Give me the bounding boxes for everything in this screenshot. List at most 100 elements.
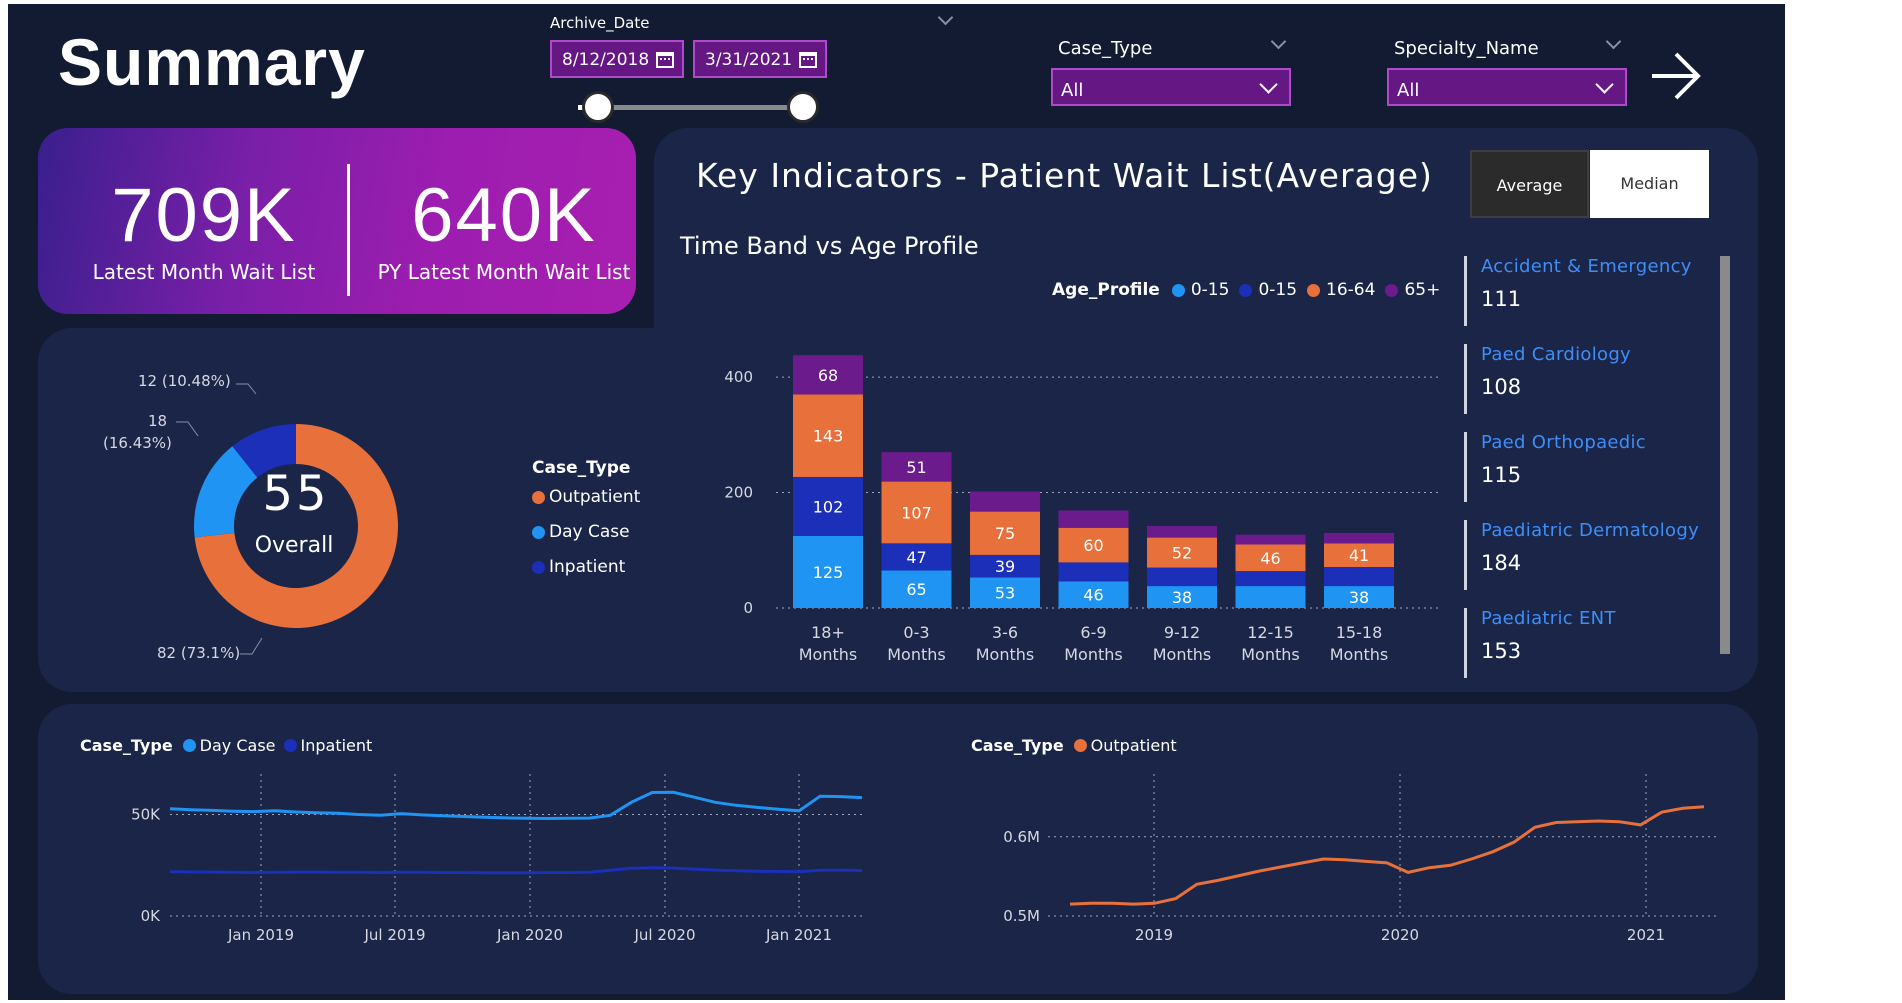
specialty-name: Paed Orthopaedic [1481, 432, 1646, 453]
specialty-collapse-icon[interactable] [1605, 33, 1622, 50]
x-tick-label: Months [976, 645, 1034, 664]
dashboard-canvas: Summary Archive_Date 8/12/2018 3/31/2021… [8, 4, 1785, 1000]
bar-segment-65+[interactable] [1324, 532, 1394, 544]
specialty-list-scrollbar[interactable] [1720, 256, 1730, 654]
x-tick-label: Jul 2020 [633, 926, 695, 944]
x-tick-label: Jan 2021 [765, 926, 832, 944]
bar-data-label: 53 [995, 584, 1015, 603]
donut-leader-line [176, 421, 199, 437]
legend-marker [1171, 283, 1185, 297]
legend-inpatient[interactable]: Inpatient [532, 557, 625, 577]
y-tick-label: 0K [141, 907, 162, 925]
bar-data-label: 38 [1349, 588, 1369, 607]
date-range-slider-fill [598, 105, 808, 110]
legend-label[interactable]: Day Case [200, 736, 276, 755]
start-date-value: 8/12/2018 [562, 50, 650, 70]
donut-legend-title: Case_Type [532, 458, 631, 478]
line-series-outpatient[interactable] [1069, 805, 1705, 906]
start-date-input[interactable]: 8/12/2018 [550, 40, 684, 78]
x-tick-label: Jan 2020 [496, 926, 563, 944]
calendar-icon[interactable] [799, 52, 817, 68]
bar-data-label: 107 [901, 503, 932, 522]
legend-day-case[interactable]: Day Case [532, 522, 630, 542]
legend-label[interactable]: 0-15 [1191, 280, 1230, 300]
donut-leader-line [236, 383, 257, 395]
case-type-collapse-icon[interactable] [1270, 33, 1287, 50]
panel-joint [628, 328, 688, 692]
bar-data-label: 38 [1172, 588, 1192, 607]
case-type-select-value: All [1061, 80, 1084, 101]
y-tick-label: 0 [743, 599, 753, 617]
x-tick-label: 9-12 [1164, 623, 1200, 642]
case-type-filter-label: Case_Type [1058, 38, 1153, 59]
legend-title: Case_Type [971, 736, 1064, 755]
x-tick-label: 18+ [811, 623, 845, 642]
daycase-inpatient-trend-chart: 0K 50K Jan 2019 Jul 2019 Jan 2020 Jul 2020 Jan… [131, 774, 866, 944]
latest-month-value: 709K [111, 173, 297, 258]
donut-center-value: 55 [262, 466, 329, 522]
specialty-value: 111 [1481, 287, 1522, 311]
end-date-value: 3/31/2021 [705, 50, 793, 70]
bar-segment-0-15[interactable] [1147, 567, 1217, 587]
line-series-inpatient[interactable] [169, 866, 863, 875]
bar-segment-0-15[interactable] [1235, 586, 1306, 608]
age-profile-legend-title: Age_Profile [1052, 280, 1160, 300]
specialty-select-value: All [1397, 80, 1420, 101]
slider-end-handle[interactable] [787, 91, 819, 123]
specialty-item[interactable]: Paed Cardiology 108 [1464, 344, 1724, 414]
legend-title: Case_Type [80, 736, 173, 755]
specialty-item[interactable]: Paediatric ENT 153 [1464, 608, 1724, 678]
bar-data-label: 51 [906, 458, 926, 477]
legend-marker [1073, 739, 1087, 752]
bar-data-label: 52 [1172, 544, 1192, 563]
archive-date-collapse-icon[interactable] [937, 9, 954, 26]
bar-data-label: 39 [995, 557, 1015, 576]
bar-segment-65+[interactable] [1235, 534, 1306, 545]
bar-data-label: 47 [906, 548, 926, 567]
left-trend-legend: Case_Type Day Case Inpatient [80, 736, 372, 755]
specialty-value: 115 [1481, 463, 1522, 487]
median-toggle-button[interactable]: Median [1590, 150, 1709, 218]
average-toggle-button[interactable]: Average [1470, 150, 1589, 218]
bar-segment-65+[interactable] [1058, 510, 1129, 528]
x-tick-label: Months [887, 645, 945, 664]
case-type-select[interactable]: All [1051, 68, 1291, 106]
bar-segment-0-15[interactable] [1324, 567, 1394, 587]
arrow-right-icon[interactable] [1648, 48, 1704, 104]
legend-label[interactable]: 65+ [1404, 280, 1440, 300]
y-tick-label: 200 [724, 484, 753, 502]
slider-start-handle[interactable] [582, 91, 614, 123]
x-tick-label: Months [799, 645, 857, 664]
specialty-name: Paediatric ENT [1481, 608, 1616, 629]
x-tick-label: Months [1153, 645, 1211, 664]
specialty-item[interactable]: Accident & Emergency 111 [1464, 256, 1724, 326]
bar-segment-65+[interactable] [1147, 526, 1217, 538]
legend-outpatient[interactable]: Outpatient [532, 487, 640, 507]
end-date-input[interactable]: 3/31/2021 [693, 40, 827, 78]
specialty-item[interactable]: Paed Orthopaedic 115 [1464, 432, 1724, 502]
legend-label[interactable]: 0-15 [1258, 280, 1297, 300]
legend-label[interactable]: Inpatient [301, 736, 373, 755]
legend-marker [532, 560, 545, 574]
bar-segment-65+[interactable] [970, 491, 1040, 512]
x-tick-label: Months [1064, 645, 1122, 664]
specialty-item[interactable]: Paediatric Dermatology 184 [1464, 520, 1724, 590]
bar-chart-subtitle: Time Band vs Age Profile [680, 232, 979, 260]
y-tick-label: 0.6M [1003, 828, 1040, 846]
specialty-filter-label: Specialty_Name [1394, 38, 1539, 59]
legend-label[interactable]: 16-64 [1326, 280, 1375, 300]
latest-month-label: Latest Month Wait List [92, 260, 316, 284]
kpi-divider [347, 164, 350, 296]
bar-segment-0-15[interactable] [1058, 562, 1129, 582]
specialty-name: Paed Cardiology [1481, 344, 1632, 365]
bar-segment-0-15[interactable] [1235, 571, 1306, 587]
specialty-select[interactable]: All [1387, 68, 1627, 106]
calendar-icon[interactable] [656, 52, 674, 68]
x-tick-label: Months [1330, 645, 1388, 664]
legend-marker [182, 739, 196, 752]
bar-data-label: 60 [1083, 536, 1103, 555]
legend-label[interactable]: Outpatient [1091, 736, 1177, 755]
x-tick-label: 2019 [1135, 926, 1173, 944]
bar-data-label: 125 [813, 563, 844, 582]
chevron-down-icon [1259, 75, 1278, 94]
